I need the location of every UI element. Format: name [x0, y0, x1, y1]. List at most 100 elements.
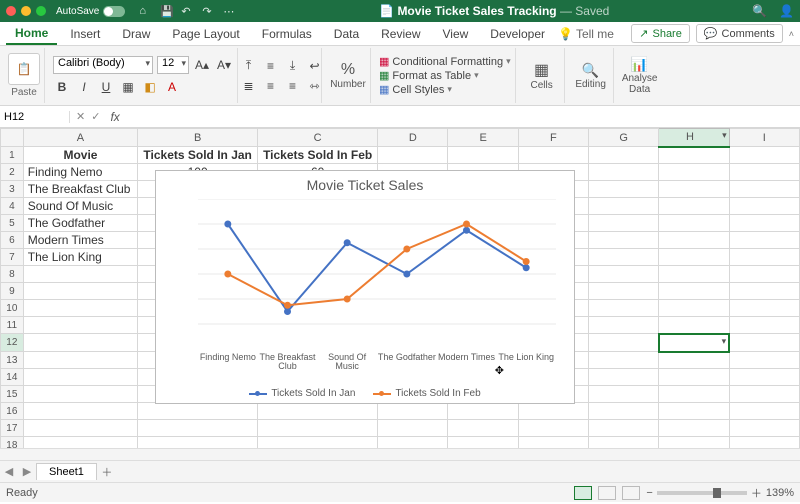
row-17[interactable]: 17: [1, 420, 24, 437]
cell[interactable]: [23, 437, 137, 449]
cell[interactable]: [659, 215, 729, 232]
cell[interactable]: [589, 317, 659, 334]
cell[interactable]: [589, 147, 659, 164]
cancel-icon[interactable]: ✕: [76, 110, 85, 123]
row-18[interactable]: 18: [1, 437, 24, 449]
cell[interactable]: [23, 266, 137, 283]
cell[interactable]: [518, 147, 588, 164]
cell[interactable]: [138, 420, 258, 437]
font-name-select[interactable]: Calibri (Body): [53, 56, 153, 74]
cell[interactable]: [378, 147, 448, 164]
align-top-icon[interactable]: ⤒: [240, 57, 258, 75]
cell[interactable]: [729, 300, 799, 317]
align-left-icon[interactable]: ≣: [240, 77, 258, 95]
analyse-data-button[interactable]: 📊Analyse Data: [622, 58, 658, 94]
cell[interactable]: [448, 403, 518, 420]
cell[interactable]: [589, 198, 659, 215]
cell[interactable]: [659, 317, 729, 334]
cell[interactable]: [729, 266, 799, 283]
cell[interactable]: [258, 437, 378, 449]
cell[interactable]: [729, 386, 799, 403]
cell[interactable]: [659, 352, 729, 369]
col-G[interactable]: G: [589, 129, 659, 147]
cell[interactable]: [729, 181, 799, 198]
col-F[interactable]: F: [518, 129, 588, 147]
share-button[interactable]: ↗ Share: [631, 24, 690, 43]
tab-developer[interactable]: Developer: [481, 24, 554, 44]
cell[interactable]: [659, 164, 729, 181]
redo-icon[interactable]: ↷: [202, 5, 215, 18]
cell[interactable]: [659, 283, 729, 300]
cells-button[interactable]: ▦Cells: [524, 58, 560, 94]
embedded-chart[interactable]: Movie Ticket Sales 20406080100120 Findin…: [155, 170, 575, 404]
cell[interactable]: The Godfather: [23, 215, 137, 232]
cell[interactable]: [378, 437, 448, 449]
cell[interactable]: [23, 352, 137, 369]
paste-button[interactable]: 📋: [8, 53, 40, 85]
row-1[interactable]: 1: [1, 147, 24, 164]
home-icon[interactable]: ⌂: [139, 5, 152, 18]
cell[interactable]: [589, 249, 659, 266]
align-mid-icon[interactable]: ≡: [262, 57, 280, 75]
worksheet[interactable]: A B C D E F G H I 1MovieTickets Sold In …: [0, 128, 800, 448]
row-11[interactable]: 11: [1, 317, 24, 334]
autosave-toggle[interactable]: AutoSave: [56, 6, 125, 17]
cell-styles[interactable]: ▦ Cell Styles ▾: [379, 83, 511, 96]
cell[interactable]: Sound Of Music: [23, 198, 137, 215]
cell[interactable]: [23, 369, 137, 386]
align-bot-icon[interactable]: ⤓: [284, 57, 302, 75]
cell[interactable]: [729, 334, 799, 352]
close-window[interactable]: [6, 6, 16, 16]
font-color-button[interactable]: A: [163, 78, 181, 96]
align-center-icon[interactable]: ≡: [262, 77, 280, 95]
tab-home[interactable]: Home: [6, 23, 57, 45]
cell[interactable]: [729, 437, 799, 449]
cell[interactable]: [589, 181, 659, 198]
cell[interactable]: [729, 198, 799, 215]
cell[interactable]: [589, 403, 659, 420]
cell[interactable]: [23, 317, 137, 334]
wrap-text-icon[interactable]: ↩: [306, 57, 324, 75]
cell[interactable]: [518, 437, 588, 449]
cell[interactable]: [23, 386, 137, 403]
cell[interactable]: Finding Nemo: [23, 164, 137, 181]
cell[interactable]: [589, 164, 659, 181]
cell[interactable]: [729, 147, 799, 164]
tab-nav-next[interactable]: ▶: [18, 465, 36, 478]
cell[interactable]: [729, 352, 799, 369]
row-12[interactable]: 12: [1, 334, 24, 352]
cell[interactable]: [589, 300, 659, 317]
cell[interactable]: [589, 232, 659, 249]
col-D[interactable]: D: [378, 129, 448, 147]
tab-page-layout[interactable]: Page Layout: [163, 24, 248, 44]
save-icon[interactable]: 💾: [160, 5, 173, 18]
cell[interactable]: [729, 215, 799, 232]
comments-button[interactable]: 💬 Comments: [696, 24, 783, 43]
tab-data[interactable]: Data: [325, 24, 368, 44]
cell[interactable]: [518, 403, 588, 420]
view-page-break[interactable]: [622, 486, 640, 500]
row-13[interactable]: 13: [1, 352, 24, 369]
cell[interactable]: [23, 420, 137, 437]
row-3[interactable]: 3: [1, 181, 24, 198]
row-8[interactable]: 8: [1, 266, 24, 283]
col-B[interactable]: B: [138, 129, 258, 147]
number-format-button[interactable]: % Number: [330, 58, 366, 94]
cell[interactable]: [23, 403, 137, 420]
cell[interactable]: [659, 249, 729, 266]
maximize-window[interactable]: [36, 6, 46, 16]
col-I[interactable]: I: [729, 129, 799, 147]
underline-button[interactable]: U: [97, 78, 115, 96]
tab-draw[interactable]: Draw: [113, 24, 159, 44]
cell[interactable]: [659, 369, 729, 386]
cell[interactable]: [378, 420, 448, 437]
cell[interactable]: [378, 403, 448, 420]
cell[interactable]: [589, 437, 659, 449]
cell[interactable]: The Breakfast Club: [23, 181, 137, 198]
view-page-layout[interactable]: [598, 486, 616, 500]
cell[interactable]: [659, 386, 729, 403]
zoom-in[interactable]: ＋: [751, 485, 762, 501]
tab-review[interactable]: Review: [372, 24, 429, 44]
cell[interactable]: [659, 232, 729, 249]
row-6[interactable]: 6: [1, 232, 24, 249]
